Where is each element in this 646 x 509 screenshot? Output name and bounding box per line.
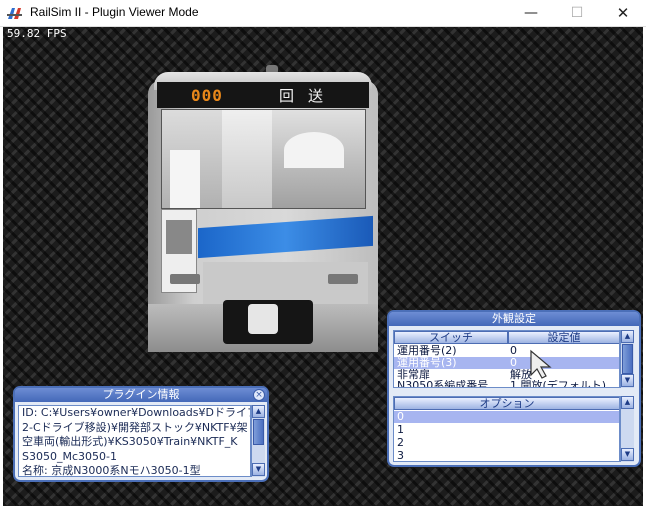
fps-counter: 59.82 FPS bbox=[7, 27, 67, 40]
minimize-button[interactable]: — bbox=[508, 0, 554, 27]
info-line: S3050_Mc3050-1 bbox=[22, 449, 117, 463]
option-row[interactable]: 3 bbox=[394, 450, 619, 461]
option-row[interactable]: 1 bbox=[394, 424, 619, 436]
railsim-icon bbox=[7, 8, 22, 19]
info-line: 2-Cドライブ移設)¥開発部ストック¥NKTF¥架 bbox=[22, 420, 248, 434]
title-bar: RailSim II - Plugin Viewer Mode — ☐ ✕ bbox=[0, 0, 646, 27]
info-line: 空車両(輸出形式)¥KS3050¥Train¥NKTF_K bbox=[22, 435, 238, 448]
appearance-title: 外観設定 bbox=[389, 312, 639, 326]
scroll-down-icon[interactable]: ▼ bbox=[621, 448, 634, 461]
option-row-selected[interactable]: 0 bbox=[394, 411, 619, 423]
switch-row-selected[interactable]: 運用番号(3) 0 bbox=[394, 357, 619, 369]
maximize-button[interactable]: ☐ bbox=[554, 0, 600, 27]
window-title: RailSim II - Plugin Viewer Mode bbox=[30, 5, 199, 19]
switch-row[interactable]: N3050系編成番号 1 開放(デフォルト) bbox=[394, 380, 619, 387]
info-line: ID: C:¥Users¥owner¥Downloads¥Dドライブ( bbox=[22, 406, 251, 419]
info-line: 名称: 京成N3000系Nモハ3050-1型 bbox=[22, 464, 201, 477]
mouse-cursor-icon bbox=[530, 349, 552, 379]
scroll-down-icon[interactable]: ▼ bbox=[621, 374, 634, 387]
headlight-left bbox=[170, 274, 200, 284]
info-scrollbar[interactable]: ▲ ▼ bbox=[251, 405, 265, 477]
close-button[interactable]: ✕ bbox=[600, 0, 646, 27]
plugin-info-text[interactable]: ID: C:¥Users¥owner¥Downloads¥Dドライブ( 2-Cド… bbox=[18, 405, 251, 477]
train-model[interactable]: 000 回送 bbox=[148, 65, 378, 352]
option-list[interactable]: オプション 0 1 2 3 bbox=[393, 396, 620, 462]
scroll-thumb[interactable] bbox=[622, 344, 633, 374]
switch-row[interactable]: 運用番号(2) 0 bbox=[394, 345, 619, 357]
plugin-info-panel: プラグイン情報 × ID: C:¥Users¥owner¥Downloads¥D… bbox=[13, 386, 269, 482]
option-row[interactable]: 2 bbox=[394, 437, 619, 449]
windshield bbox=[161, 109, 366, 209]
scroll-up-icon[interactable]: ▲ bbox=[621, 396, 634, 409]
switch-scrollbar[interactable]: ▲ ▼ bbox=[620, 330, 634, 388]
scroll-up-icon[interactable]: ▲ bbox=[252, 405, 265, 418]
scroll-thumb[interactable] bbox=[253, 419, 264, 445]
column-switch[interactable]: スイッチ bbox=[394, 331, 508, 344]
headsign-destination: 回送 bbox=[279, 87, 338, 105]
headlight-right bbox=[328, 274, 358, 284]
coupler bbox=[223, 300, 313, 344]
plugin-info-title: プラグイン情報 × bbox=[15, 388, 267, 402]
headsign-number: 000 bbox=[191, 86, 223, 105]
scroll-down-icon[interactable]: ▼ bbox=[252, 463, 265, 476]
option-scrollbar[interactable]: ▲ ▼ bbox=[620, 396, 634, 462]
appearance-panel: 外観設定 スイッチ 設定値 運用番号(2) 0 運用番号(3) 0 非常扉 解放… bbox=[387, 310, 641, 467]
column-option[interactable]: オプション bbox=[394, 397, 619, 410]
switch-list[interactable]: スイッチ 設定値 運用番号(2) 0 運用番号(3) 0 非常扉 解放 N305… bbox=[393, 330, 620, 388]
3d-viewport[interactable]: 59.82 FPS 000 回送 プラグイン情報 × ID: C:¥Users¥… bbox=[3, 27, 643, 506]
headsign-display: 000 回送 bbox=[157, 82, 369, 108]
column-value[interactable]: 設定値 bbox=[508, 331, 619, 344]
scroll-up-icon[interactable]: ▲ bbox=[621, 330, 634, 343]
close-icon[interactable]: × bbox=[253, 389, 265, 401]
